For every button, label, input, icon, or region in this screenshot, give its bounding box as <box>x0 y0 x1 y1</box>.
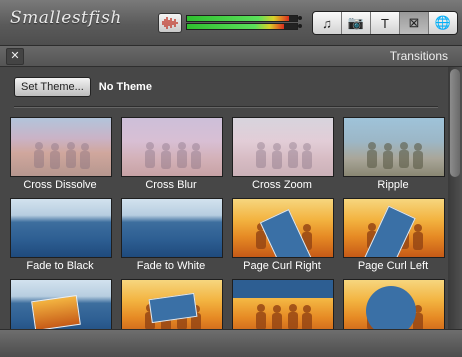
transition-thumbnail[interactable] <box>121 198 223 258</box>
set-theme-button[interactable]: Set Theme... <box>14 77 91 97</box>
transition-thumbnail[interactable] <box>232 198 334 258</box>
divider <box>14 106 438 108</box>
browser-mode-buttons: ♫ 📷 T ⊠ 🌐 <box>312 11 458 35</box>
transition-thumbnail[interactable] <box>232 279 334 329</box>
transition-label: Ripple <box>377 179 409 191</box>
current-theme-label: No Theme <box>98 81 152 93</box>
scrollbar-thumb[interactable] <box>450 69 460 177</box>
transition-label: Page Curl Left <box>357 260 429 272</box>
transitions-icon[interactable]: ⊠ <box>400 12 429 34</box>
transition-label: Cross Zoom <box>252 179 312 191</box>
top-toolbar: Smallestfish ♫ 📷 T ⊠ 🌐 <box>0 0 462 46</box>
transition-thumbnail[interactable] <box>10 117 112 177</box>
transition-label: Cross Blur <box>145 179 197 191</box>
bottom-bar <box>0 329 462 357</box>
audio-waveform-icon[interactable] <box>158 13 182 33</box>
camera-icon[interactable]: 📷 <box>342 12 371 34</box>
transition-thumbnail[interactable] <box>10 198 112 258</box>
theme-row: Set Theme... No Theme <box>14 77 152 97</box>
transition-thumbnail[interactable] <box>232 117 334 177</box>
audio-clip-indicator-left <box>298 16 302 20</box>
music-note-icon[interactable]: ♫ <box>313 12 342 34</box>
title-text-icon[interactable]: T <box>371 12 400 34</box>
transition-label: Cross Dissolve <box>23 179 97 191</box>
panel-title: Transitions <box>389 49 448 63</box>
panel-header: ✕ Transitions <box>0 46 462 67</box>
close-panel-button[interactable]: ✕ <box>6 48 24 65</box>
transition-thumbnail[interactable] <box>343 279 445 329</box>
app-logo: Smallestfish <box>10 8 122 28</box>
vertical-scrollbar[interactable] <box>448 67 462 329</box>
transition-thumbnail[interactable] <box>343 198 445 258</box>
globe-icon[interactable]: 🌐 <box>429 12 457 34</box>
audio-meter-left <box>186 15 298 22</box>
transition-thumbnail[interactable] <box>10 279 112 329</box>
transition-thumbnail[interactable] <box>121 117 223 177</box>
transition-label: Page Curl Right <box>243 260 321 272</box>
audio-meter-right <box>186 23 298 30</box>
transition-label: Fade to Black <box>26 260 94 272</box>
audio-clip-indicator-right <box>298 24 302 28</box>
transition-thumbnail[interactable] <box>121 279 223 329</box>
transition-thumbnail[interactable] <box>343 117 445 177</box>
transition-label: Fade to White <box>136 260 206 272</box>
transitions-browser: Set Theme... No Theme Cross Dissolve Cros… <box>0 67 448 329</box>
